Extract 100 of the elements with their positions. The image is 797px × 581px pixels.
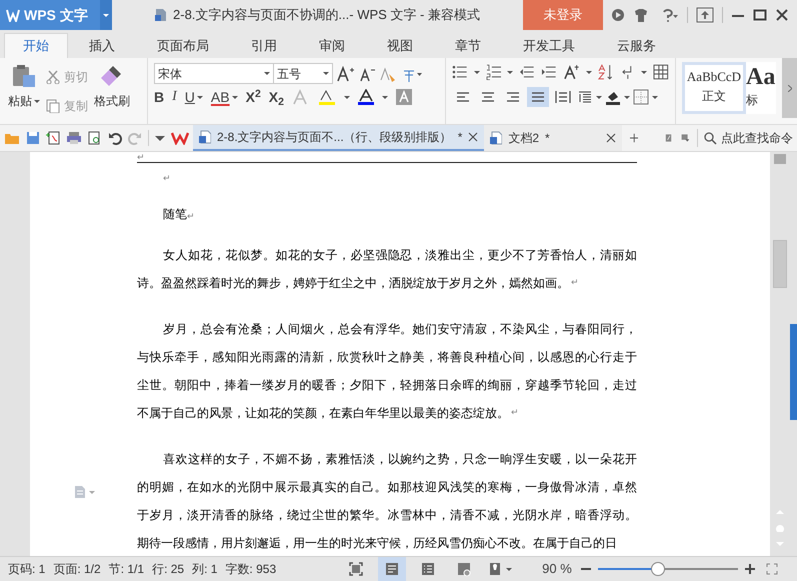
highlight-icon[interactable] <box>318 89 336 105</box>
caret-icon[interactable] <box>586 70 592 74</box>
paragraph-line: 的明媚，在如水的光阴中展示最真实的自己。如那枝迎风浅笑的寒梅，一身傲骨冰清，卓然 <box>137 479 637 496</box>
paragraph-line: 尘世。朝阳中，捧着一缕岁月的暖香；夕阳下，轻拥落日余晖的绚丽，穿越季节轮回，走过 <box>137 377 637 394</box>
zoom-slider[interactable] <box>598 562 738 576</box>
caret-icon[interactable] <box>652 96 658 98</box>
ribbon-tab[interactable]: 云服务 <box>601 33 672 58</box>
app-menu-button[interactable]: WPS 文字 <box>0 0 100 30</box>
distribute-icon <box>555 89 571 105</box>
status-field: 页码: 1 <box>8 560 46 578</box>
web-view-icon <box>457 562 472 576</box>
save-icon[interactable] <box>26 131 40 145</box>
paragraph-mark: ↵ <box>187 210 195 222</box>
scrollbar-thumb[interactable] <box>773 240 787 288</box>
super-button[interactable]: X$^{2}$ <box>246 90 261 104</box>
underline-button[interactable]: U <box>184 90 195 104</box>
caret-icon[interactable] <box>232 96 238 98</box>
document-icon <box>155 8 168 22</box>
caret-icon[interactable] <box>506 568 512 570</box>
line-spacing-icon[interactable] <box>577 89 593 105</box>
table-icon[interactable] <box>653 64 669 80</box>
add-tab-icon[interactable] <box>630 131 638 145</box>
character-shading-icon[interactable] <box>396 89 412 105</box>
format-painter-button[interactable]: 格式刷 <box>94 58 130 124</box>
command-search-field[interactable]: 点此查找命令 <box>696 129 797 147</box>
play-circle-icon[interactable] <box>611 8 625 22</box>
italic-button[interactable]: I <box>172 90 177 104</box>
chevron-right-icon <box>788 84 792 92</box>
bold-button[interactable]: B <box>154 90 164 104</box>
page-view-icon <box>385 562 400 576</box>
lightbulb-icon[interactable] <box>488 562 502 576</box>
font-name-dropdown[interactable]: 宋体 <box>154 63 274 84</box>
caret-icon[interactable] <box>264 72 270 75</box>
font-grow-icon[interactable] <box>562 64 580 80</box>
close-icon[interactable] <box>775 8 789 22</box>
dropdown-icon[interactable] <box>155 136 165 140</box>
decrease-indent-icon[interactable] <box>519 64 535 80</box>
paragraph-line: 女人如花，花似梦。如花的女子，必坚强隐忍，淡雅出尘，更少不了芳香怡人，清丽如 <box>163 247 637 264</box>
ribbon-tab[interactable]: 插入 <box>73 33 131 58</box>
paragraph-mark: ↵ <box>163 173 171 183</box>
paste-label: 粘贴 <box>8 93 32 110</box>
undo-icon[interactable] <box>108 131 122 145</box>
sort-icon[interactable] <box>598 64 614 80</box>
tab-title: 2-8.文字内容与页面不...（行、段级别排版） <box>217 129 452 146</box>
strike-button[interactable]: AB <box>210 90 230 104</box>
wps-logo-icon[interactable] <box>171 131 189 145</box>
ribbon-tab[interactable]: 开始 <box>4 33 68 58</box>
printer-icon[interactable] <box>66 131 82 145</box>
ribbon-tab[interactable]: 页面布局 <box>141 33 225 58</box>
style-gallery-item[interactable]: AaBbCcD 正文 <box>682 62 746 114</box>
caret-icon[interactable] <box>196 96 203 98</box>
export-pdf-icon[interactable] <box>46 131 60 145</box>
increase-indent-icon[interactable] <box>540 64 556 80</box>
font-size-dropdown[interactable]: 五号 <box>273 63 333 84</box>
clipboard-icon <box>11 64 37 88</box>
grow-font-icon[interactable] <box>337 66 355 82</box>
zoom-in-icon[interactable] <box>744 563 756 575</box>
scissors-icon <box>46 70 60 84</box>
caret-icon[interactable] <box>34 100 40 102</box>
fullscreen-icon[interactable] <box>766 563 778 575</box>
caret-icon[interactable] <box>474 70 480 74</box>
app-dropdown-button[interactable] <box>100 0 112 30</box>
caret-icon[interactable] <box>596 96 602 98</box>
document-tab[interactable]: 2-8.文字内容与页面不...（行、段级别排版） * <box>193 125 484 151</box>
document-tab[interactable]: 文档2 * <box>484 125 622 151</box>
unsaved-mark: * <box>458 129 462 146</box>
caret-icon[interactable] <box>382 96 388 98</box>
caret-icon[interactable] <box>344 96 350 98</box>
caret-icon[interactable] <box>323 72 329 75</box>
maximize-icon[interactable] <box>753 8 767 22</box>
numbered-list-icon[interactable] <box>486 64 502 80</box>
font-color-icon[interactable] <box>358 89 374 105</box>
caret-icon[interactable] <box>641 70 648 74</box>
close-icon[interactable] <box>606 133 616 143</box>
style-gallery-item[interactable]: Aa 标 <box>746 62 776 114</box>
justify-button[interactable] <box>527 87 549 107</box>
ribbon-tab[interactable]: 审阅 <box>303 33 361 58</box>
pin-window-icon[interactable] <box>696 7 714 23</box>
caret-icon[interactable] <box>624 96 630 98</box>
help-icon[interactable] <box>661 8 679 22</box>
print-preview-icon[interactable] <box>88 131 102 145</box>
ribbon-tab[interactable]: 引用 <box>235 33 293 58</box>
ribbon-tab[interactable]: 视图 <box>371 33 429 58</box>
ribbon-tab[interactable]: 章节 <box>439 33 497 58</box>
page-view-button[interactable] <box>378 557 406 581</box>
paragraph-line: 岁月，总会有沧桑；人间烟火，总会有浮华。她们安守清寂，不染风尘，与春阳同行， <box>163 321 637 338</box>
sub-button[interactable]: X$_{2}$ <box>268 90 284 104</box>
bullet-list-icon[interactable] <box>452 64 468 80</box>
tab-title: 文档2 <box>508 130 540 147</box>
paste-button[interactable]: 粘贴 <box>8 58 40 124</box>
paint-bucket-icon[interactable] <box>605 89 621 105</box>
paragraph-line: 于岁月，淡开清香的脉络，绕过尘世的繁华。冰雪林中，清香不减，光阴水岸，暗香浮动。 <box>137 507 637 524</box>
slider-thumb[interactable] <box>650 562 665 576</box>
shrink-font-icon[interactable] <box>359 66 375 82</box>
logo-icon <box>6 8 20 22</box>
search-icon <box>704 132 717 144</box>
borders-icon[interactable] <box>633 89 649 105</box>
close-icon[interactable] <box>468 132 478 142</box>
caret-icon[interactable] <box>507 70 514 74</box>
ribbon-tab[interactable]: 开发工具 <box>507 33 591 58</box>
